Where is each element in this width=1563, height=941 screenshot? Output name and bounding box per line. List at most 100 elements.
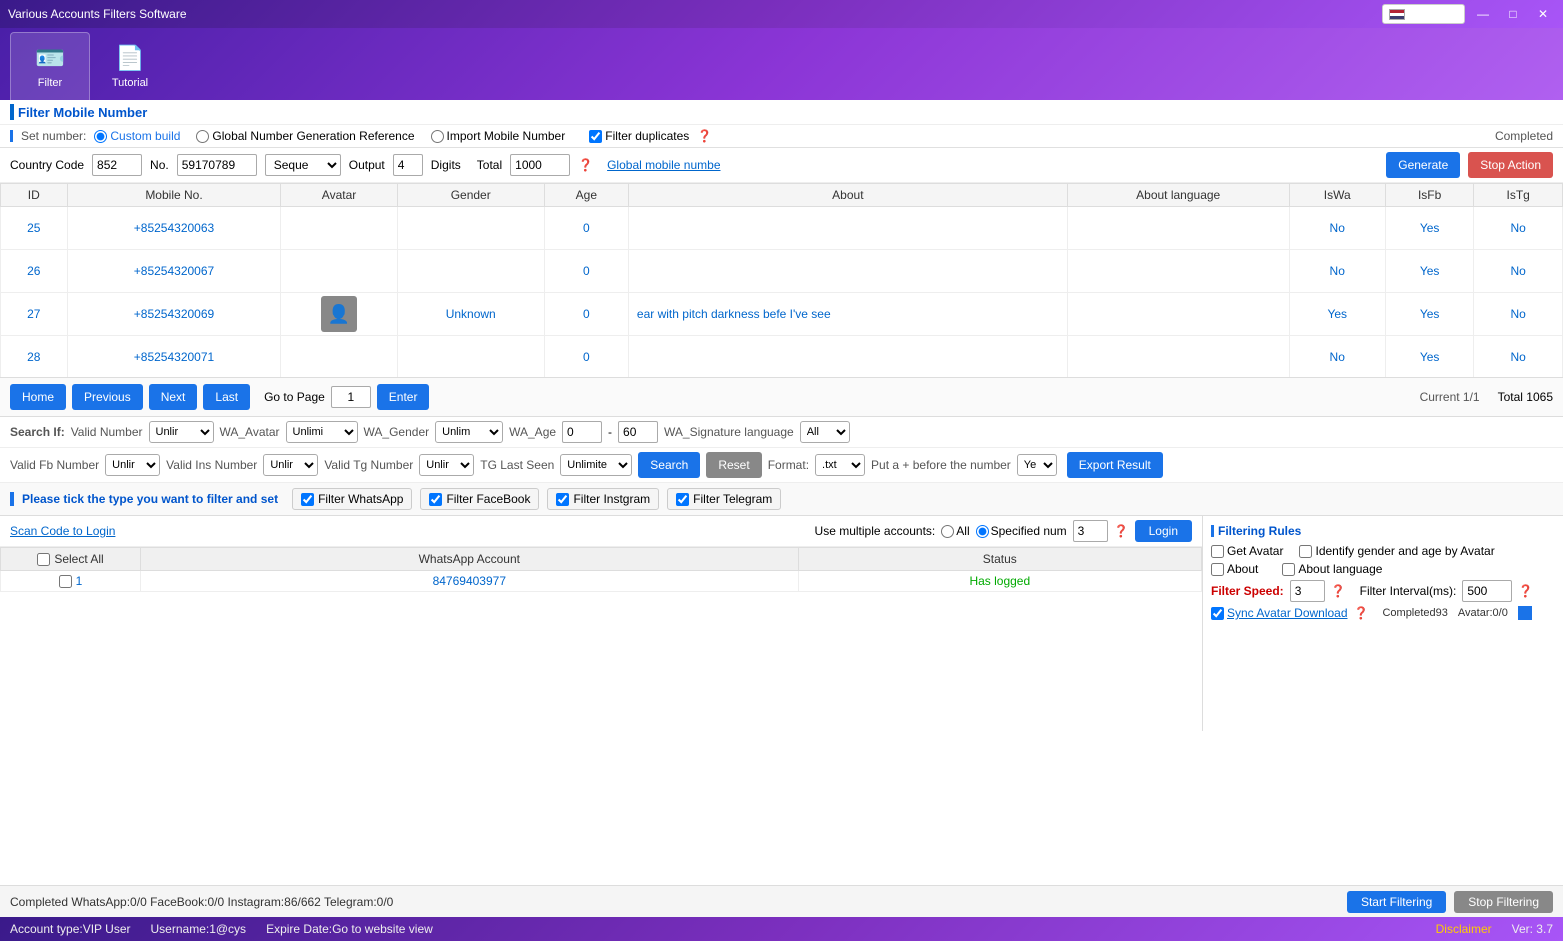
tab-filter[interactable]: 🪪 Filter [10, 32, 90, 100]
cell-isfb: Yes [1385, 250, 1474, 293]
cell-age: 0 [544, 336, 628, 379]
sync-avatar-checkbox[interactable] [1211, 607, 1224, 620]
filter-duplicates-checkbox-label[interactable]: Filter duplicates [589, 129, 689, 143]
filter-whatsapp-checkbox[interactable] [301, 493, 314, 506]
previous-button[interactable]: Previous [72, 384, 143, 410]
global-mobile-link[interactable]: Global mobile numbe [607, 158, 720, 172]
no-label: No. [150, 158, 169, 172]
cell-isfb: Yes [1385, 207, 1474, 250]
generate-button[interactable]: Generate [1386, 152, 1460, 178]
all-radio-label[interactable]: All [941, 524, 969, 538]
valid-fb-select[interactable]: Unlir [105, 454, 160, 476]
country-code-input[interactable] [92, 154, 142, 176]
wa-sig-lang-select[interactable]: All [800, 421, 850, 443]
tg-last-seen-select[interactable]: Unlimite [560, 454, 632, 476]
page-number-input[interactable] [331, 386, 371, 408]
export-result-button[interactable]: Export Result [1067, 452, 1163, 478]
get-avatar-checkbox[interactable] [1211, 545, 1224, 558]
filter-interval-help-icon[interactable]: ❓ [1518, 584, 1533, 598]
import-mobile-radio[interactable] [431, 130, 444, 143]
maximize-button[interactable]: □ [1501, 5, 1525, 23]
no-input[interactable] [177, 154, 257, 176]
disclaimer-link[interactable]: Disclaimer [1436, 922, 1492, 936]
sequence-select[interactable]: Seque Random [265, 154, 341, 176]
get-avatar-label[interactable]: Get Avatar [1211, 544, 1283, 558]
home-button[interactable]: Home [10, 384, 66, 410]
cell-age: 0 [544, 293, 628, 336]
put-plus-select[interactable]: Ye [1017, 454, 1057, 476]
valid-number-select[interactable]: Unlir [149, 421, 214, 443]
table-row[interactable]: 27 +85254320069 👤 Unknown 0 ear with pit… [1, 293, 1563, 336]
tab-tutorial[interactable]: 📄 Tutorial [90, 32, 170, 100]
custom-build-radio[interactable] [94, 130, 107, 143]
col-status: Status [798, 548, 1201, 571]
output-input[interactable] [393, 154, 423, 176]
identify-gender-checkbox[interactable] [1299, 545, 1312, 558]
wa-age-max-input[interactable] [618, 421, 658, 443]
import-mobile-radio-label[interactable]: Import Mobile Number [431, 129, 566, 143]
sync-avatar-label[interactable]: Sync Avatar Download [1211, 606, 1348, 620]
filter-duplicates-help-icon[interactable]: ❓ [697, 129, 712, 143]
format-select[interactable]: .txt [815, 454, 865, 476]
filter-instagram-checkbox-btn[interactable]: Filter Instgram [547, 488, 659, 510]
total-input[interactable] [510, 154, 570, 176]
reset-button[interactable]: Reset [706, 452, 761, 478]
identify-gender-label[interactable]: Identify gender and age by Avatar [1299, 544, 1494, 558]
stop-action-button[interactable]: Stop Action [1468, 152, 1553, 178]
start-filtering-button[interactable]: Start Filtering [1347, 891, 1446, 913]
filter-facebook-checkbox[interactable] [429, 493, 442, 506]
specified-radio[interactable] [976, 525, 989, 538]
filter-interval-input[interactable] [1462, 580, 1512, 602]
total-help-icon[interactable]: ❓ [578, 158, 593, 172]
filter-duplicates-checkbox[interactable] [589, 130, 602, 143]
stop-filtering-button[interactable]: Stop Filtering [1454, 891, 1553, 913]
search-button[interactable]: Search [638, 452, 700, 478]
table-row[interactable]: 26 +85254320067 0 No Yes No [1, 250, 1563, 293]
minimize-button[interactable]: — [1471, 5, 1495, 23]
cell-about [628, 336, 1067, 379]
set-number-bar [10, 130, 13, 142]
filter-whatsapp-checkbox-btn[interactable]: Filter WhatsApp [292, 488, 412, 510]
sync-help-icon[interactable]: ❓ [1354, 606, 1369, 620]
close-button[interactable]: ✕ [1531, 5, 1555, 23]
about-lang-label[interactable]: About language [1282, 562, 1382, 576]
cell-avatar [281, 336, 397, 379]
account-row[interactable]: 1 84769403977 Has logged [1, 571, 1202, 592]
global-number-radio-label[interactable]: Global Number Generation Reference [196, 129, 414, 143]
login-button[interactable]: Login [1135, 520, 1192, 542]
valid-ins-select[interactable]: Unlir [263, 454, 318, 476]
global-number-radio[interactable] [196, 130, 209, 143]
valid-tg-select[interactable]: Unlir [419, 454, 474, 476]
account-select-cell: 1 [1, 571, 141, 592]
language-selector[interactable]: English ▾ [1382, 4, 1465, 24]
specified-help-icon[interactable]: ❓ [1114, 524, 1129, 538]
about-label[interactable]: About [1211, 562, 1258, 576]
scan-code-link[interactable]: Scan Code to Login [10, 524, 115, 538]
filter-telegram-checkbox-btn[interactable]: Filter Telegram [667, 488, 781, 510]
next-button[interactable]: Next [149, 384, 198, 410]
filter-telegram-checkbox[interactable] [676, 493, 689, 506]
filter-speed-input[interactable] [1290, 580, 1325, 602]
filter-facebook-checkbox-btn[interactable]: Filter FaceBook [420, 488, 539, 510]
select-all-checkbox[interactable] [37, 553, 50, 566]
all-radio[interactable] [941, 525, 954, 538]
table-row[interactable]: 28 +85254320071 0 No Yes No [1, 336, 1563, 379]
filter-instagram-checkbox[interactable] [556, 493, 569, 506]
enter-button[interactable]: Enter [377, 384, 430, 410]
about-lang-checkbox[interactable] [1282, 563, 1295, 576]
specified-num-input[interactable] [1073, 520, 1108, 542]
wa-gender-select[interactable]: Unlim [435, 421, 503, 443]
about-checkbox[interactable] [1211, 563, 1224, 576]
wa-avatar-select[interactable]: Unlimi [286, 421, 358, 443]
account-status: Has logged [798, 571, 1201, 592]
specified-radio-label[interactable]: Specified num [976, 524, 1067, 538]
account-checkbox[interactable] [59, 575, 72, 588]
wa-age-min-input[interactable] [562, 421, 602, 443]
format-label: Format: [768, 458, 809, 472]
last-button[interactable]: Last [203, 384, 250, 410]
filter-speed-help-icon[interactable]: ❓ [1331, 584, 1346, 598]
custom-build-radio-label[interactable]: Custom build [94, 129, 180, 143]
blue-square-icon[interactable] [1518, 606, 1532, 620]
table-row[interactable]: 25 +85254320063 0 No Yes No [1, 207, 1563, 250]
filter-telegram-label: Filter Telegram [693, 492, 772, 506]
